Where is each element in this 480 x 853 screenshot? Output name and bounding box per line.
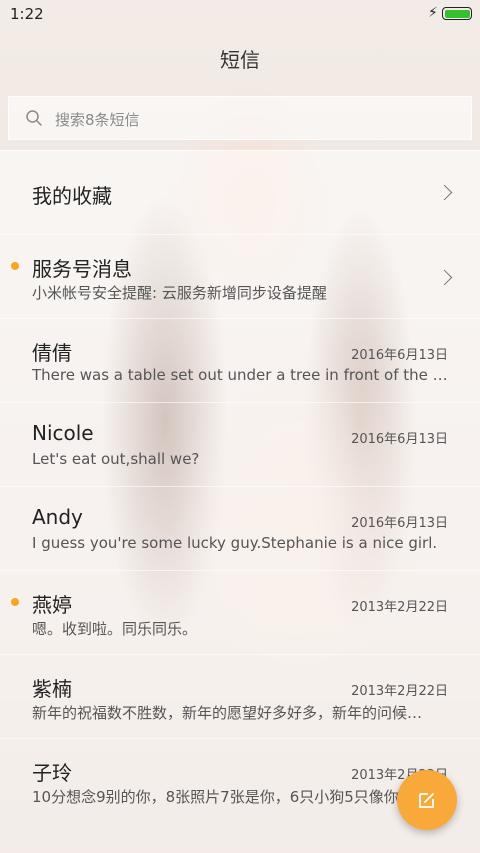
conversation-date: 2013年2月22日 — [351, 684, 448, 699]
conversation-name: 服务号消息 — [32, 257, 132, 281]
conversation-name: 我的收藏 — [32, 184, 112, 208]
charging-icon: ⚡ — [428, 5, 438, 21]
conversation-snippet: There was a table set out under a tree i… — [32, 366, 448, 384]
conversation-snippet: 嗯。收到啦。同乐同乐。 — [32, 620, 198, 638]
status-bar: 1:22 ⚡ — [0, 0, 480, 28]
conversation-name: 燕婷 — [32, 593, 72, 617]
search-bar[interactable]: 搜索8条短信 — [8, 96, 472, 140]
page-title: 短信 — [220, 48, 260, 72]
search-icon — [26, 110, 42, 126]
conversation-row[interactable]: 紫楠 2013年2月22日 新年的祝福数不胜数，新年的愿望好多好多，新年的问候… — [0, 654, 480, 738]
conversation-snippet: 新年的祝福数不胜数，新年的愿望好多好多，新年的问候… — [32, 704, 423, 722]
conversation-name: Nicole — [32, 421, 94, 445]
conversation-snippet: 小米帐号安全提醒: 云服务新增同步设备提醒 — [32, 284, 327, 302]
conversation-name: Andy — [32, 505, 83, 529]
conversation-date: 2016年6月13日 — [351, 348, 448, 363]
conversation-row[interactable]: 倩倩 2016年6月13日 There was a table set out … — [0, 318, 480, 402]
conversation-name: 倩倩 — [32, 341, 72, 365]
unread-dot — [11, 598, 19, 606]
status-time: 1:22 — [10, 5, 44, 23]
conversation-name: 紫楠 — [32, 677, 72, 701]
conversation-name: 子玲 — [32, 761, 72, 785]
compose-icon — [419, 793, 434, 808]
battery-icon — [442, 7, 472, 20]
chevron-right-icon — [436, 184, 453, 201]
conversation-date: 2016年6月13日 — [351, 432, 448, 447]
list-item-service[interactable]: 服务号消息 小米帐号安全提醒: 云服务新增同步设备提醒 — [0, 234, 480, 318]
conversation-row[interactable]: Andy 2016年6月13日 I guess you're some luck… — [0, 486, 480, 570]
conversation-row[interactable]: 燕婷 2013年2月22日 嗯。收到啦。同乐同乐。 — [0, 570, 480, 654]
compose-button[interactable] — [397, 770, 457, 830]
conversation-snippet: Let's eat out,shall we? — [32, 450, 200, 468]
search-placeholder: 搜索8条短信 — [55, 111, 140, 129]
list-item-favorites[interactable]: 我的收藏 — [0, 150, 480, 234]
conversation-snippet: I guess you're some lucky guy.Stephanie … — [32, 534, 438, 552]
conversation-date: 2016年6月13日 — [351, 516, 448, 531]
conversation-date: 2013年2月22日 — [351, 600, 448, 615]
conversation-snippet: 10分想念9别的你，8张照片7张是你，6只小狗5只像你… — [32, 788, 414, 806]
unread-dot — [11, 262, 19, 270]
conversation-row[interactable]: Nicole 2016年6月13日 Let's eat out,shall we… — [0, 402, 480, 486]
